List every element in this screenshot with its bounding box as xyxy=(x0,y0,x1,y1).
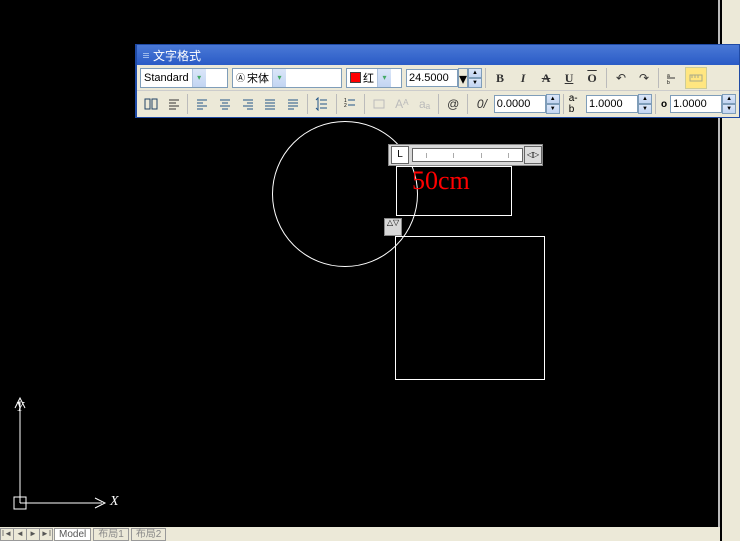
align-right-button[interactable] xyxy=(237,93,259,115)
align-justify-button[interactable] xyxy=(260,93,282,115)
separator xyxy=(438,94,439,114)
ucs-x-label: X xyxy=(110,494,119,510)
color-swatch-icon xyxy=(350,72,361,83)
redo-button[interactable]: ↷ xyxy=(633,67,655,89)
italic-button[interactable]: I xyxy=(512,67,534,89)
width-factor-input[interactable] xyxy=(670,95,722,113)
separator xyxy=(485,68,486,88)
align-distribute-button[interactable] xyxy=(282,93,304,115)
separator xyxy=(187,94,188,114)
separator xyxy=(606,68,607,88)
mtext-ruler-horizontal[interactable]: L ◁▷ xyxy=(388,144,543,166)
oblique-input[interactable] xyxy=(494,95,546,113)
width-factor-spinner[interactable]: ▲▼ xyxy=(670,94,736,114)
tab-layout1[interactable]: 布局1 xyxy=(93,528,129,541)
numbering-button[interactable]: 12 xyxy=(340,93,362,115)
tab-model[interactable]: Model xyxy=(54,528,91,541)
align-left-button[interactable] xyxy=(191,93,213,115)
align-center-button[interactable] xyxy=(214,93,236,115)
text-format-toolbar: 文字格式 Standard▾ Ⓐ宋体▾ 红▾ ▾ ▲▼ B I A U O ↶ … xyxy=(135,44,740,118)
separator xyxy=(658,68,659,88)
toolbar-title-label: 文字格式 xyxy=(153,47,201,64)
ruler-ticks xyxy=(412,148,523,162)
oblique-angle-button[interactable]: 0/ xyxy=(471,93,493,115)
spinner-buttons[interactable]: ▲▼ xyxy=(722,94,736,114)
lowercase-button: aₐ xyxy=(414,93,436,115)
mtext-height-handle[interactable]: △▽ xyxy=(384,218,402,236)
text-style-combo[interactable]: Standard▾ xyxy=(140,68,228,88)
symbol-button[interactable]: @ xyxy=(442,93,464,115)
strikethrough-button[interactable]: A xyxy=(535,67,557,89)
tab-nav-prev[interactable]: ◄ xyxy=(13,528,27,541)
toolbar-row-1: Standard▾ Ⓐ宋体▾ 红▾ ▾ ▲▼ B I A U O ↶ ↷ ab xyxy=(137,65,739,91)
chevron-down-icon: ▾ xyxy=(377,69,391,87)
chevron-down-icon: ▾ xyxy=(458,68,468,88)
chevron-down-icon: ▾ xyxy=(272,69,286,87)
uppercase-button: Aᴬ xyxy=(391,93,413,115)
rectangle-large xyxy=(395,236,545,380)
mtext-justify-button[interactable] xyxy=(163,93,185,115)
tracking-label: a-b xyxy=(567,93,585,115)
svg-text:b: b xyxy=(667,80,670,85)
separator xyxy=(336,94,337,114)
mtext-content[interactable]: 50cm xyxy=(412,166,470,196)
tracking-input[interactable] xyxy=(586,95,638,113)
spinner-buttons[interactable]: ▲▼ xyxy=(468,68,482,88)
undo-button[interactable]: ↶ xyxy=(610,67,632,89)
color-combo[interactable]: 红▾ xyxy=(346,68,402,88)
underline-button[interactable]: U xyxy=(558,67,580,89)
text-height-input[interactable] xyxy=(406,69,458,87)
line-spacing-button[interactable] xyxy=(311,93,333,115)
tracking-spinner[interactable]: ▲▼ xyxy=(586,94,652,114)
chevron-down-icon: ▾ xyxy=(192,69,206,87)
separator xyxy=(364,94,365,114)
grip-icon xyxy=(143,53,149,58)
oblique-spinner[interactable]: ▲▼ xyxy=(494,94,560,114)
columns-button[interactable] xyxy=(140,93,162,115)
insert-field-button xyxy=(368,93,390,115)
toolbar-titlebar[interactable]: 文字格式 xyxy=(137,45,739,65)
overline-button[interactable]: O xyxy=(581,67,603,89)
ruler-l-box[interactable]: L xyxy=(391,146,409,164)
spinner-buttons[interactable]: ▲▼ xyxy=(546,94,560,114)
layout-tab-bar: I◄ ◄ ► ►I Model 布局1 布局2 xyxy=(0,527,720,541)
separator xyxy=(467,94,468,114)
width-factor-label: o xyxy=(659,99,669,110)
tab-nav-next[interactable]: ► xyxy=(26,528,40,541)
ruler-width-arrows[interactable]: ◁▷ xyxy=(524,146,542,164)
spinner-buttons[interactable]: ▲▼ xyxy=(638,94,652,114)
svg-text:2: 2 xyxy=(344,103,347,109)
separator xyxy=(655,94,656,114)
ucs-icon xyxy=(10,393,110,518)
stack-button[interactable]: ab xyxy=(662,67,684,89)
ruler-toggle-button[interactable] xyxy=(685,67,707,89)
separator xyxy=(563,94,564,114)
text-height-spinner[interactable]: ▾ ▲▼ xyxy=(406,68,482,88)
bold-button[interactable]: B xyxy=(489,67,511,89)
tab-nav-last[interactable]: ►I xyxy=(39,528,53,541)
tab-layout2[interactable]: 布局2 xyxy=(131,528,167,541)
separator xyxy=(307,94,308,114)
font-combo[interactable]: Ⓐ宋体▾ xyxy=(232,68,342,88)
tab-nav-first[interactable]: I◄ xyxy=(0,528,14,541)
toolbar-row-2: 12 Aᴬ aₐ @ 0/ ▲▼ a-b ▲▼ o ▲▼ xyxy=(137,91,739,117)
